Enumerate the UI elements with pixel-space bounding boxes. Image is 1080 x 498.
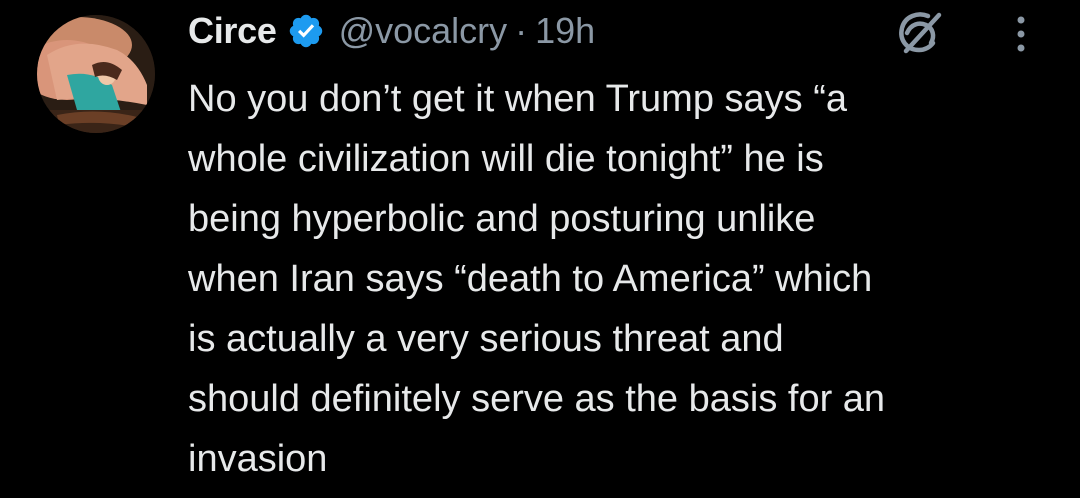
tweet-text-line: being hyperbolic and posturing unlike [188, 198, 816, 240]
tweet[interactable]: Circe @vocalcry · 19h No you don’t get i… [0, 0, 1080, 498]
avatar-image [37, 15, 155, 133]
more-options-icon[interactable] [1010, 14, 1032, 54]
tweet-text-line: No you don’t get it when Trump says “a [188, 78, 847, 120]
tweet-header: Circe @vocalcry · 19h [188, 6, 595, 56]
tweet-text-line: whole civilization will die tonight” he … [188, 138, 824, 180]
separator-dot: · [515, 10, 528, 51]
tweet-text: No you don’t get it when Trump says “a w… [188, 69, 1058, 489]
tweet-text-line: is actually a very serious threat and [188, 318, 784, 360]
tweet-text-line: invasion [188, 438, 328, 480]
grok-icon[interactable] [893, 10, 947, 56]
avatar[interactable] [37, 15, 155, 133]
timestamp[interactable]: 19h [535, 10, 595, 52]
tweet-text-line: when Iran says “death to America” which [188, 258, 873, 300]
verified-badge-icon[interactable] [287, 12, 325, 50]
tweet-text-line: should definitely serve as the basis for… [188, 378, 886, 420]
author-handle[interactable]: @vocalcry [339, 10, 508, 52]
display-name[interactable]: Circe [188, 10, 277, 52]
